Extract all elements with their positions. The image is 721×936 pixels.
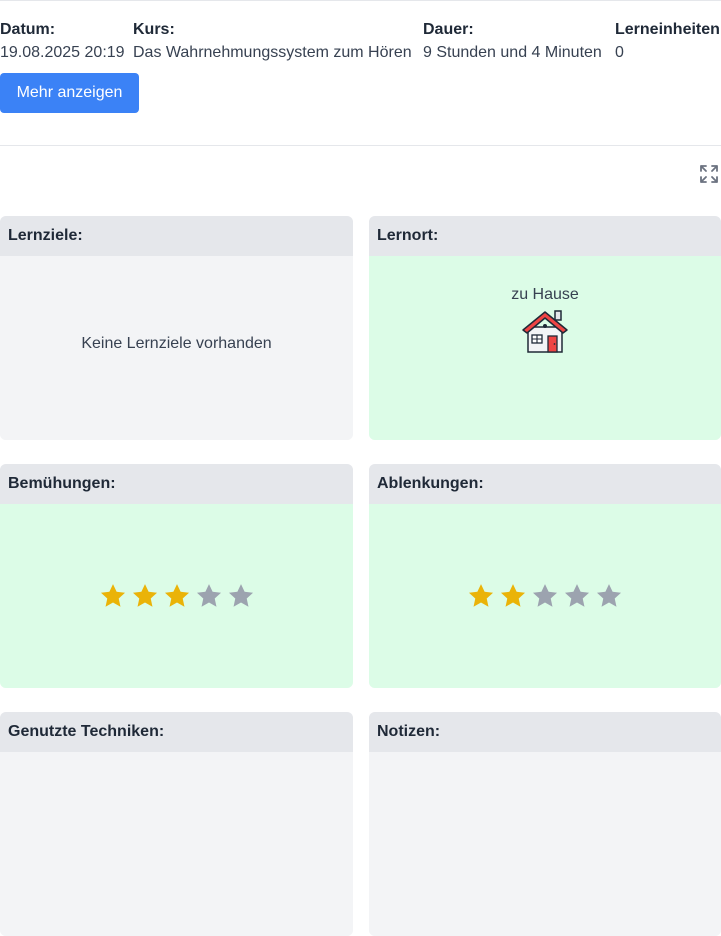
bemuehungen-rating [99, 582, 255, 610]
dauer-label: Dauer: [423, 21, 474, 38]
kurs-value: Das Wahrnehmungssystem zum Hören [133, 44, 412, 61]
card-bemuehungen-body [0, 504, 353, 688]
card-notizen-body [369, 752, 721, 936]
card-lernort-body: zu Hause [369, 256, 721, 440]
card-lernziele-title: Lernziele: [0, 216, 353, 256]
lerneinheiten-value: 0 [615, 44, 624, 61]
star-filled-icon [100, 584, 125, 607]
show-more-button[interactable]: Mehr anzeigen [0, 73, 139, 113]
card-techniken: Genutzte Techniken: [0, 712, 353, 936]
card-techniken-body [0, 752, 353, 936]
star-empty-icon [564, 584, 590, 607]
star-empty-icon [228, 584, 253, 607]
card-lernort: Lernort: zu Hause [369, 216, 721, 440]
house-icon [520, 308, 570, 354]
divider [0, 145, 721, 146]
info-lerneinheiten: Lerneinheiten: 0 [615, 20, 721, 63]
datum-value: 19.08.2025 20:19 [0, 44, 125, 61]
datum-label: Datum: [0, 21, 56, 38]
card-lernziele-body: Keine Lernziele vorhanden [0, 256, 353, 440]
card-bemuehungen-title: Bemühungen: [0, 464, 353, 504]
star-empty-icon [196, 584, 221, 607]
lernort-value: zu Hause [511, 286, 579, 303]
card-lernort-title: Lernort: [369, 216, 721, 256]
lerneinheiten-label: Lerneinheiten: [615, 21, 721, 38]
expand-icon[interactable] [698, 163, 720, 185]
star-filled-icon [468, 584, 494, 607]
star-empty-icon [532, 584, 558, 607]
ablenkungen-rating [467, 582, 623, 610]
card-notizen: Notizen: [369, 712, 721, 936]
card-notizen-title: Notizen: [369, 712, 721, 752]
info-datum: Datum: 19.08.2025 20:19 [0, 20, 125, 63]
dauer-value: 9 Stunden und 4 Minuten [423, 44, 602, 61]
star-filled-icon [500, 584, 526, 607]
card-lernziele: Lernziele: Keine Lernziele vorhanden [0, 216, 353, 440]
lernziele-empty-text: Keine Lernziele vorhanden [81, 335, 272, 352]
card-ablenkungen-body [369, 504, 721, 688]
info-kurs: Kurs: Das Wahrnehmungssystem zum Hören [133, 20, 412, 63]
info-dauer: Dauer: 9 Stunden und 4 Minuten [423, 20, 602, 63]
card-techniken-title: Genutzte Techniken: [0, 712, 353, 752]
star-empty-icon [596, 584, 622, 607]
card-ablenkungen: Ablenkungen: [369, 464, 721, 688]
star-filled-icon [132, 584, 157, 607]
kurs-label: Kurs: [133, 21, 175, 38]
card-bemuehungen: Bemühungen: [0, 464, 353, 688]
star-filled-icon [164, 584, 189, 607]
card-ablenkungen-title: Ablenkungen: [369, 464, 721, 504]
top-border [0, 0, 721, 1]
